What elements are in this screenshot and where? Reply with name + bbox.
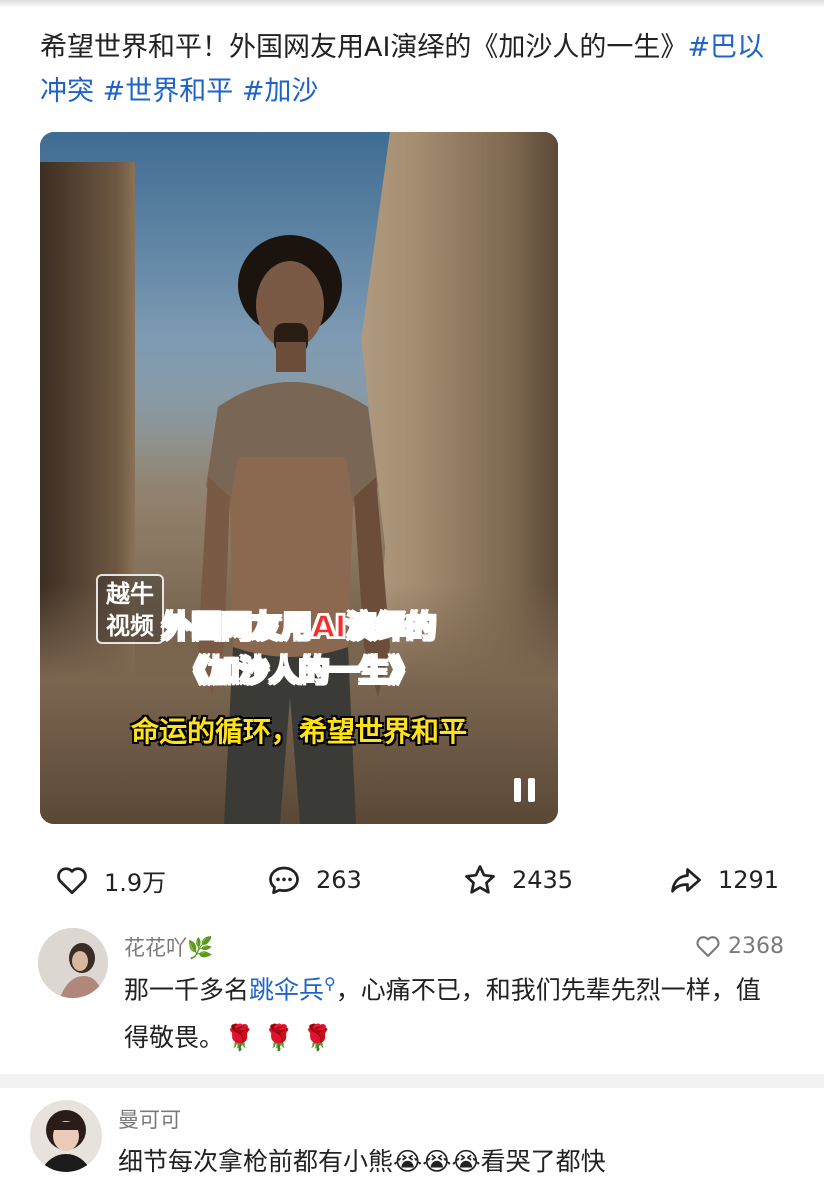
comment-count: 263 xyxy=(316,866,362,894)
action-bar: 1.9万 263 2435 1291 xyxy=(0,856,824,904)
video-caption-line3: 命运的循环，希望世界和平 xyxy=(130,715,467,748)
avatar[interactable] xyxy=(38,928,108,998)
share-icon xyxy=(671,868,701,893)
pause-button[interactable] xyxy=(512,776,538,804)
comment-icon xyxy=(269,866,299,895)
hashtag-world-peace[interactable]: #世界和平 xyxy=(103,76,234,107)
star-icon xyxy=(465,865,495,894)
heart-icon xyxy=(57,867,87,895)
avatar[interactable] xyxy=(30,1100,102,1172)
avatar-image xyxy=(38,928,108,998)
favorite-button[interactable]: 2435 xyxy=(462,856,573,904)
top-edge xyxy=(0,0,824,8)
rose-emoji: 🌹 🌹 🌹 xyxy=(224,1023,334,1053)
section-divider xyxy=(0,1074,824,1088)
comment-like-count: 2368 xyxy=(728,933,784,959)
watermark-line1: 越牛 xyxy=(106,580,154,608)
comment-button[interactable]: 263 xyxy=(266,856,362,904)
comment-username[interactable]: 花花吖🌿 xyxy=(124,932,213,962)
like-count: 1.9万 xyxy=(104,868,167,897)
post-body: 希望世界和平！外国网友用AI演绎的《加沙人的一生》 xyxy=(40,32,688,63)
heart-icon xyxy=(696,936,720,957)
video-caption-line2: 《加沙人的一生》 xyxy=(178,653,420,690)
like-button[interactable]: 1.9万 xyxy=(54,856,166,904)
leaf-icon: 🌿 xyxy=(187,936,214,960)
share-button[interactable]: 1291 xyxy=(668,856,779,904)
comment-username[interactable]: 曼可可 xyxy=(118,1104,181,1134)
avatar-image xyxy=(30,1100,102,1172)
hashtag-gaza[interactable]: #加沙 xyxy=(242,76,319,107)
comment-text: 细节每次拿枪前都有小熊😭😭😭看哭了都快 xyxy=(118,1138,798,1186)
search-icon: ⚲ xyxy=(324,974,336,993)
comment-text: 那一千多名跳伞兵⚲，心痛不已，和我们先辈先烈一样，值得敬畏。🌹 🌹 🌹 xyxy=(124,960,784,1062)
favorite-count: 2435 xyxy=(512,866,574,894)
crying-emoji: 😭😭😭 xyxy=(393,1147,481,1176)
comment-text-part: 那一千多名 xyxy=(124,975,250,1005)
comment-text-part: 看哭了都快 xyxy=(480,1147,606,1176)
comment-text-part: 细节每次拿枪前都有小熊 xyxy=(118,1147,394,1176)
share-count: 1291 xyxy=(718,866,780,894)
username-text: 花花吖 xyxy=(124,936,187,960)
search-link-paratroopers[interactable]: 跳伞兵 xyxy=(249,975,324,1004)
video-caption-line1: 外国网友用AI演绎的 xyxy=(161,609,437,646)
comment-like-button[interactable]: 2368 xyxy=(694,932,784,960)
post-text: 希望世界和平！外国网友用AI演绎的《加沙人的一生》#巴以冲突 #世界和平 #加沙 xyxy=(40,26,790,114)
